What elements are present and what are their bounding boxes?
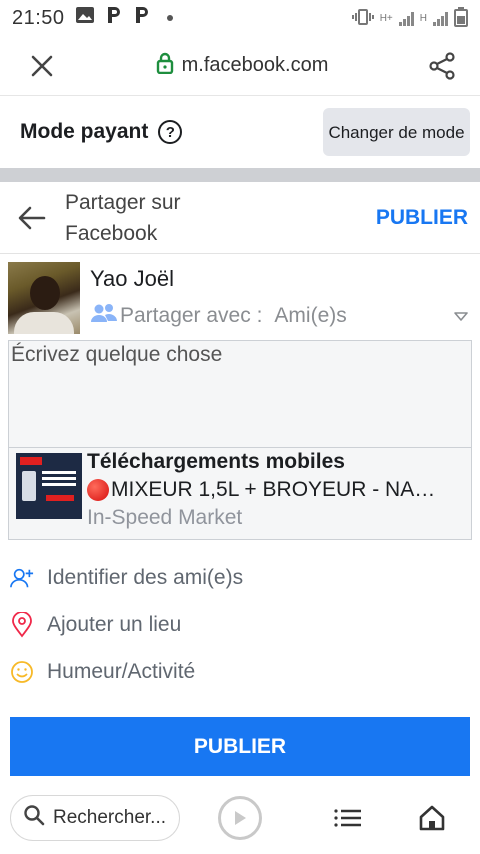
link-source: In-Speed Market <box>87 506 243 529</box>
link-description: MIXEUR 1,5L + BROYEUR - NA… <box>111 478 436 501</box>
network-type-label: H+ <box>379 12 393 24</box>
search-input[interactable]: Rechercher... <box>10 795 180 841</box>
action-tag-friends[interactable]: Identifier des ami(e)s <box>0 554 480 601</box>
friends-icon <box>90 302 118 330</box>
avatar <box>8 262 80 334</box>
url-bar[interactable]: m.facebook.com <box>60 52 424 80</box>
change-mode-button[interactable]: Changer de mode <box>323 108 470 156</box>
browser-toolbar: m.facebook.com <box>0 36 480 96</box>
post-actions-list: Identifier des ami(e)s Ajouter un lieu H… <box>0 540 480 695</box>
post-text-input[interactable]: Écrivez quelque chose <box>8 340 472 448</box>
share-icon[interactable] <box>424 48 460 84</box>
action-label: Identifier des ami(e)s <box>47 565 244 589</box>
signal-icon <box>398 10 414 26</box>
audience-selector[interactable]: Partager avec : Ami(e)s <box>90 302 472 330</box>
notification-dot-icon <box>166 15 173 21</box>
search-placeholder: Rechercher... <box>53 807 166 828</box>
link-title: Téléchargements mobiles <box>87 450 345 473</box>
p-app-icon <box>105 5 123 31</box>
audience-label: Partager avec : <box>120 304 263 327</box>
user-name: Yao Joël <box>90 266 174 291</box>
publish-button[interactable]: PUBLIER <box>10 717 470 776</box>
home-icon[interactable] <box>416 802 448 834</box>
battery-icon <box>454 6 468 30</box>
url-text: m.facebook.com <box>181 54 329 76</box>
status-time: 21:50 <box>12 6 65 29</box>
close-icon[interactable] <box>24 48 60 84</box>
mode-title-text: Mode payant <box>20 120 149 143</box>
play-icon[interactable] <box>218 796 262 840</box>
action-add-location[interactable]: Ajouter un lieu <box>0 601 480 648</box>
search-icon <box>23 804 45 832</box>
action-label: Ajouter un lieu <box>47 612 182 636</box>
bottom-navigation-bar: Rechercher... <box>0 782 480 854</box>
chevron-down-icon <box>454 304 468 328</box>
p-app-icon-2 <box>133 5 151 31</box>
mode-title: Mode payant ? <box>20 120 183 144</box>
back-arrow-icon[interactable] <box>16 202 48 234</box>
tag-friends-icon <box>10 566 34 590</box>
publish-link-button[interactable]: PUBLIER <box>376 206 468 230</box>
signal-icon-2 <box>433 10 448 26</box>
lock-icon <box>156 52 174 80</box>
share-header: Partager sur Facebook PUBLIER <box>0 182 480 254</box>
action-feeling-activity[interactable]: Humeur/Activité <box>0 648 480 695</box>
network-type-label-2: H <box>419 12 427 24</box>
location-pin-icon <box>10 611 34 637</box>
data-mode-bar: Mode payant ? Changer de mode <box>0 96 480 168</box>
link-preview-card[interactable]: Téléchargements mobiles MIXEUR 1,5L + BR… <box>8 448 472 540</box>
help-icon[interactable]: ? <box>158 120 183 144</box>
link-thumbnail <box>16 453 82 519</box>
action-label: Humeur/Activité <box>47 659 196 683</box>
smiley-icon <box>10 660 34 684</box>
user-row: Yao Joël Partager avec : Ami(e)s <box>0 254 480 338</box>
gallery-icon <box>75 6 95 30</box>
vibrate-icon <box>351 8 374 28</box>
page-title: Partager sur Facebook <box>65 190 181 245</box>
section-divider <box>0 168 480 182</box>
link-description-row: MIXEUR 1,5L + BROYEUR - NA… <box>87 478 445 502</box>
list-menu-icon[interactable] <box>332 802 364 834</box>
red-circle-icon <box>87 479 109 501</box>
audience-value: Ami(e)s <box>274 304 347 327</box>
status-bar: 21:50 H+ H <box>0 0 480 36</box>
